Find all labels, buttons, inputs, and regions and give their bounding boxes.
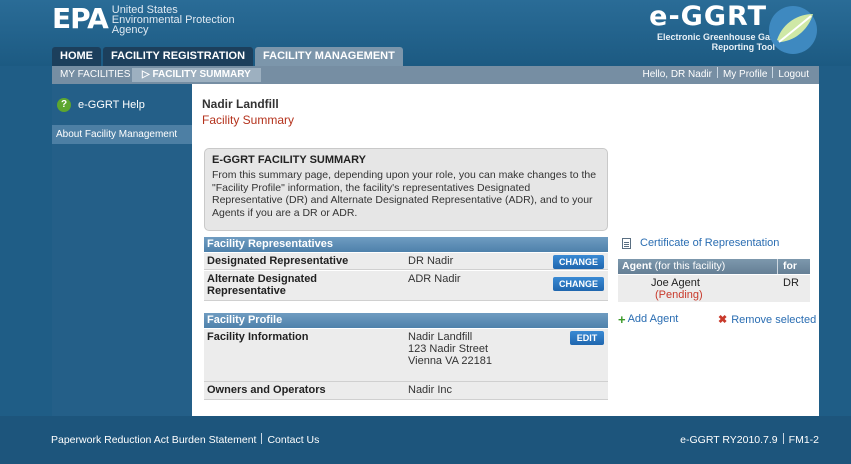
adr-label-line-1: Alternate Designated [207, 273, 318, 285]
divider [716, 67, 718, 78]
column-divider [777, 259, 778, 274]
footer: Paperwork Reduction Act Burden Statement… [0, 416, 851, 464]
main-content: Nadir Landfill Facility Summary E-GGRT F… [192, 84, 819, 416]
facility-info-line-1: Nadir Landfill [408, 331, 473, 343]
footer-version: e-GGRT RY2010.7.9 FM1-2 [680, 433, 819, 446]
eggrt-logo-sub2: Reporting Tool [711, 42, 775, 52]
owners-label: Owners and Operators [207, 384, 326, 396]
contact-link[interactable]: Contact Us [267, 434, 319, 446]
tab-facility-management[interactable]: FACILITY MANAGEMENT [255, 47, 403, 66]
version-label: e-GGRT RY2010.7.9 [680, 434, 778, 446]
remove-selected-link[interactable]: ✖ Remove selected [718, 313, 817, 327]
logout-link[interactable]: Logout [778, 69, 809, 80]
subnav-my-facilities[interactable]: MY FACILITIES [60, 66, 130, 84]
epa-logo[interactable]: EPA United States Environmental Protecti… [52, 2, 235, 36]
for-column-header: for [783, 260, 797, 272]
remove-icon: ✖ [718, 314, 728, 326]
epa-logo-text: United States Environmental Protection A… [111, 4, 235, 36]
add-agent-link[interactable]: + Add Agent [618, 311, 679, 327]
sidebar: ? e-GGRT Help About Facility Management [52, 84, 192, 416]
facility-name: Nadir Landfill [202, 97, 279, 111]
agent-status: (Pending) [655, 289, 703, 301]
table-row: Owners and Operators Nadir Inc [204, 382, 608, 400]
help-label: e-GGRT Help [78, 99, 145, 111]
agent-column-note: (for this facility) [654, 260, 726, 272]
divider [782, 433, 784, 444]
adr-value: ADR Nadir [408, 273, 461, 285]
agents-table-header: Agent (for this facility) for [618, 259, 810, 274]
subnav-facility-summary[interactable]: ▷ FACILITY SUMMARY [132, 68, 261, 82]
agent-role: DR [783, 277, 799, 289]
help-icon: ? [57, 98, 71, 112]
main-tabs: HOME FACILITY REGISTRATION FACILITY MANA… [52, 47, 405, 66]
eggrt-logo-title: e-GGRT [649, 1, 767, 32]
change-adr-button[interactable]: CHANGE [553, 277, 604, 291]
subnav-facility-summary-label: FACILITY SUMMARY [152, 69, 251, 80]
epa-line-3: Agency [111, 24, 149, 36]
reps-section-header: Facility Representatives [204, 237, 608, 252]
eggrt-logo: e-GGRT Electronic Greenhouse Gas Reporti… [649, 1, 819, 54]
sub-navigation: MY FACILITIES ▷ FACILITY SUMMARY Hello, … [52, 66, 819, 84]
leaf-icon [769, 6, 817, 54]
adr-label-line-2: Representative [207, 285, 286, 297]
help-link[interactable]: ? e-GGRT Help [57, 98, 145, 112]
table-row: Facility Information Nadir Landfill 123 … [204, 329, 608, 382]
eggrt-logo-sub1: Electronic Greenhouse Gas [656, 32, 775, 42]
my-profile-link[interactable]: My Profile [723, 69, 767, 80]
tab-facility-registration[interactable]: FACILITY REGISTRATION [103, 47, 254, 66]
facility-info-value: Nadir Landfill 123 Nadir Street Vienna V… [408, 331, 492, 367]
change-dr-button[interactable]: CHANGE [553, 255, 604, 269]
adr-label: Alternate Designated Representative [207, 273, 317, 297]
sidebar-item-about-facility-management[interactable]: About Facility Management [52, 125, 192, 144]
page-code: FM1-2 [788, 434, 819, 446]
profile-section-header: Facility Profile [204, 313, 608, 328]
agent-row[interactable]: Joe Agent (Pending) DR [618, 275, 810, 302]
summary-info-box: E-GGRT FACILITY SUMMARY From this summar… [204, 148, 608, 231]
page-title: Facility Summary [202, 113, 295, 127]
facility-info-line-3: Vienna VA 22181 [408, 355, 493, 367]
user-bar: Hello, DR Nadir My Profile Logout [642, 66, 809, 84]
facility-info-line-2: 123 Nadir Street [408, 343, 489, 355]
divider [772, 67, 774, 78]
table-row: Alternate Designated Representative ADR … [204, 271, 608, 301]
agent-column-title: Agent [622, 260, 652, 272]
plus-icon: + [618, 311, 626, 327]
certificate-link[interactable]: Certificate of Representation [622, 237, 779, 249]
user-greeting: Hello, DR Nadir [642, 69, 712, 80]
site-header: EPA United States Environmental Protecti… [0, 0, 851, 66]
add-agent-label: Add Agent [627, 313, 679, 325]
agent-column-header: Agent (for this facility) [622, 259, 725, 274]
agent-name: Joe Agent [651, 277, 700, 289]
summary-title: E-GGRT FACILITY SUMMARY [212, 154, 366, 166]
play-icon: ▷ [142, 69, 153, 80]
paperwork-link[interactable]: Paperwork Reduction Act Burden Statement [51, 434, 256, 446]
table-row: Designated Representative DR Nadir CHANG… [204, 253, 608, 270]
divider [261, 433, 263, 444]
remove-selected-label: Remove selected [731, 313, 817, 326]
document-icon [622, 237, 631, 249]
summary-text: From this summary page, depending upon y… [212, 169, 597, 219]
facility-info-label: Facility Information [207, 331, 309, 343]
dr-value: DR Nadir [408, 255, 454, 267]
certificate-link-label: Certificate of Representation [640, 237, 780, 249]
tab-home[interactable]: HOME [52, 47, 101, 66]
edit-button[interactable]: EDIT [570, 331, 604, 345]
footer-links: Paperwork Reduction Act Burden Statement… [51, 433, 319, 446]
owners-value: Nadir Inc [408, 384, 453, 396]
epa-logo-mark: EPA [52, 2, 109, 35]
dr-label: Designated Representative [207, 255, 349, 267]
